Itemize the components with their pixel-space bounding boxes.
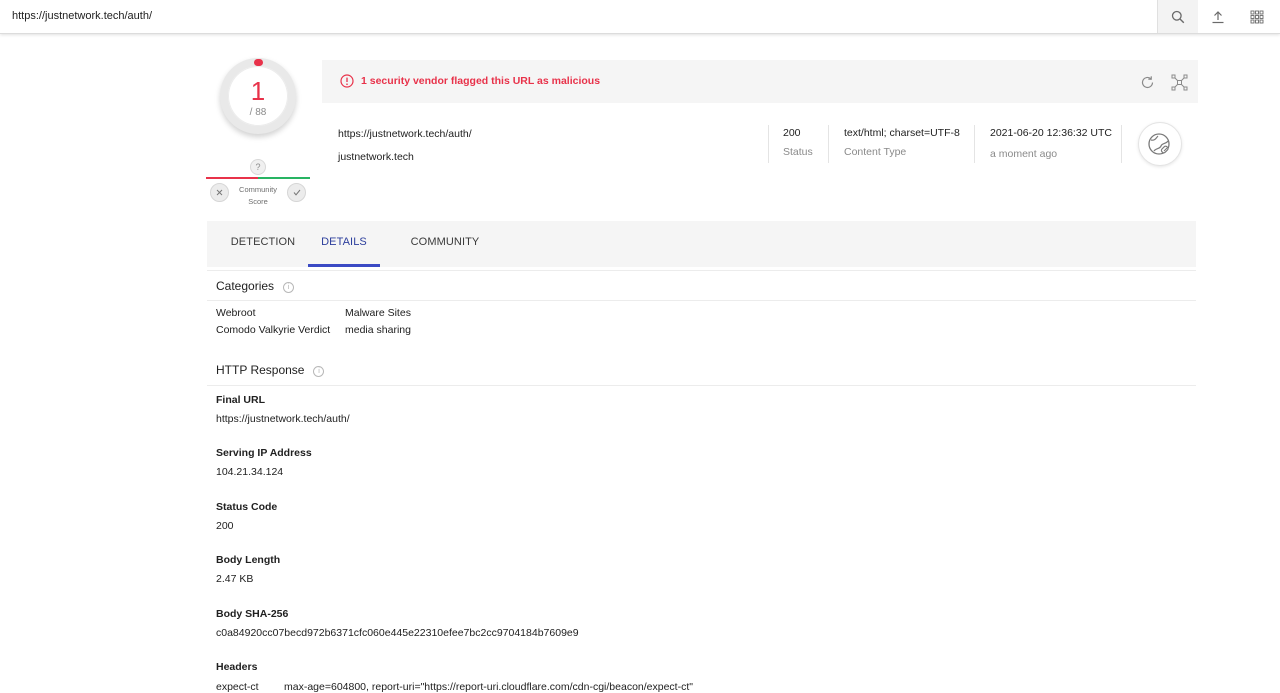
reanalyze-button[interactable] <box>1137 72 1157 92</box>
serving-ip-value[interactable]: 104.21.34.124 <box>216 466 283 478</box>
tab-details[interactable]: DETAILS <box>308 221 380 267</box>
search-icon <box>1171 10 1185 23</box>
refresh-icon <box>1141 75 1153 88</box>
vote-malicious-button[interactable] <box>210 183 229 202</box>
report-tabs: DETECTION DETAILS COMMUNITY <box>207 221 1196 267</box>
alert-circle-icon <box>340 74 354 88</box>
community-label-line2: Score <box>248 197 268 206</box>
check-icon <box>293 189 300 196</box>
detection-count: 1 <box>250 76 266 106</box>
tab-community[interactable]: COMMUNITY <box>403 221 487 267</box>
close-icon <box>216 189 223 196</box>
category-value: media sharing <box>345 324 411 336</box>
analysis-relative-time: a moment ago <box>990 148 1058 160</box>
info-icon[interactable]: i <box>313 366 325 377</box>
community-score-value: ? <box>250 159 266 175</box>
status-code-label: Status Code <box>216 501 278 513</box>
summary-divider <box>974 125 975 163</box>
apps-menu-button[interactable] <box>1237 0 1277 33</box>
apps-grid-icon <box>1250 10 1264 23</box>
upload-button[interactable] <box>1198 0 1238 33</box>
summary-divider <box>828 125 829 163</box>
header-key: expect-ct <box>216 681 259 693</box>
tab-detection[interactable]: DETECTION <box>221 221 305 267</box>
alert-message: 1 security vendor flagged this URL as ma… <box>361 75 601 87</box>
content-type-label: Content Type <box>844 146 907 158</box>
http-response-title: HTTP Response <box>216 363 305 377</box>
community-bar-malicious <box>206 177 258 179</box>
analyzed-domain[interactable]: justnetwork.tech <box>338 151 414 163</box>
summary-divider <box>1121 125 1122 163</box>
final-url-label: Final URL <box>216 394 265 406</box>
category-vendor: Webroot <box>216 307 256 319</box>
community-bar-harmless <box>258 177 310 179</box>
status-value: 200 <box>783 127 801 139</box>
community-label-line1: Community <box>239 185 277 194</box>
final-url-value: https://justnetwork.tech/auth/ <box>216 413 350 425</box>
community-score-label: Community Score <box>230 184 286 208</box>
category-value: Malware Sites <box>345 307 411 319</box>
body-sha256-value[interactable]: c0a84920cc07becd972b6371cfc060e445e22310… <box>216 627 579 639</box>
upload-icon <box>1212 10 1224 23</box>
search-button[interactable] <box>1157 0 1198 33</box>
body-length-label: Body Length <box>216 554 281 566</box>
status-code-value: 200 <box>216 520 234 532</box>
analysis-date: 2021-06-20 12:36:32 UTC <box>990 127 1112 139</box>
section-divider <box>207 270 1196 271</box>
categories-section: Categories i <box>216 279 295 293</box>
summary-divider <box>768 125 769 163</box>
detection-total: / 88 <box>249 107 267 118</box>
header-value: max-age=604800, report-uri="https://repo… <box>284 681 693 693</box>
search-input[interactable] <box>12 7 1132 25</box>
gauge-indicator <box>254 59 263 66</box>
body-sha256-label: Body SHA-256 <box>216 608 289 620</box>
graph-icon <box>1171 74 1187 90</box>
body-length-value: 2.47 KB <box>216 573 254 585</box>
url-type-badge <box>1138 122 1182 166</box>
categories-title: Categories <box>216 279 275 293</box>
content-type-value: text/html; charset=UTF-8 <box>844 127 960 139</box>
headers-label: Headers <box>216 661 258 673</box>
vote-harmless-button[interactable] <box>287 183 306 202</box>
analyzed-url: https://justnetwork.tech/auth/ <box>338 128 472 140</box>
serving-ip-label: Serving IP Address <box>216 447 312 459</box>
section-divider <box>207 300 1196 301</box>
graph-view-button[interactable] <box>1169 72 1189 92</box>
category-vendor: Comodo Valkyrie Verdict <box>216 324 331 336</box>
status-label: Status <box>783 146 813 158</box>
malicious-alert-banner: 1 security vendor flagged this URL as ma… <box>322 60 1198 103</box>
section-divider <box>207 385 1196 386</box>
http-response-section: HTTP Response i <box>216 363 325 377</box>
info-icon[interactable]: i <box>283 282 295 293</box>
active-tab-indicator <box>308 264 380 267</box>
globe-link-icon <box>1148 133 1170 155</box>
top-search-bar <box>0 0 1280 34</box>
